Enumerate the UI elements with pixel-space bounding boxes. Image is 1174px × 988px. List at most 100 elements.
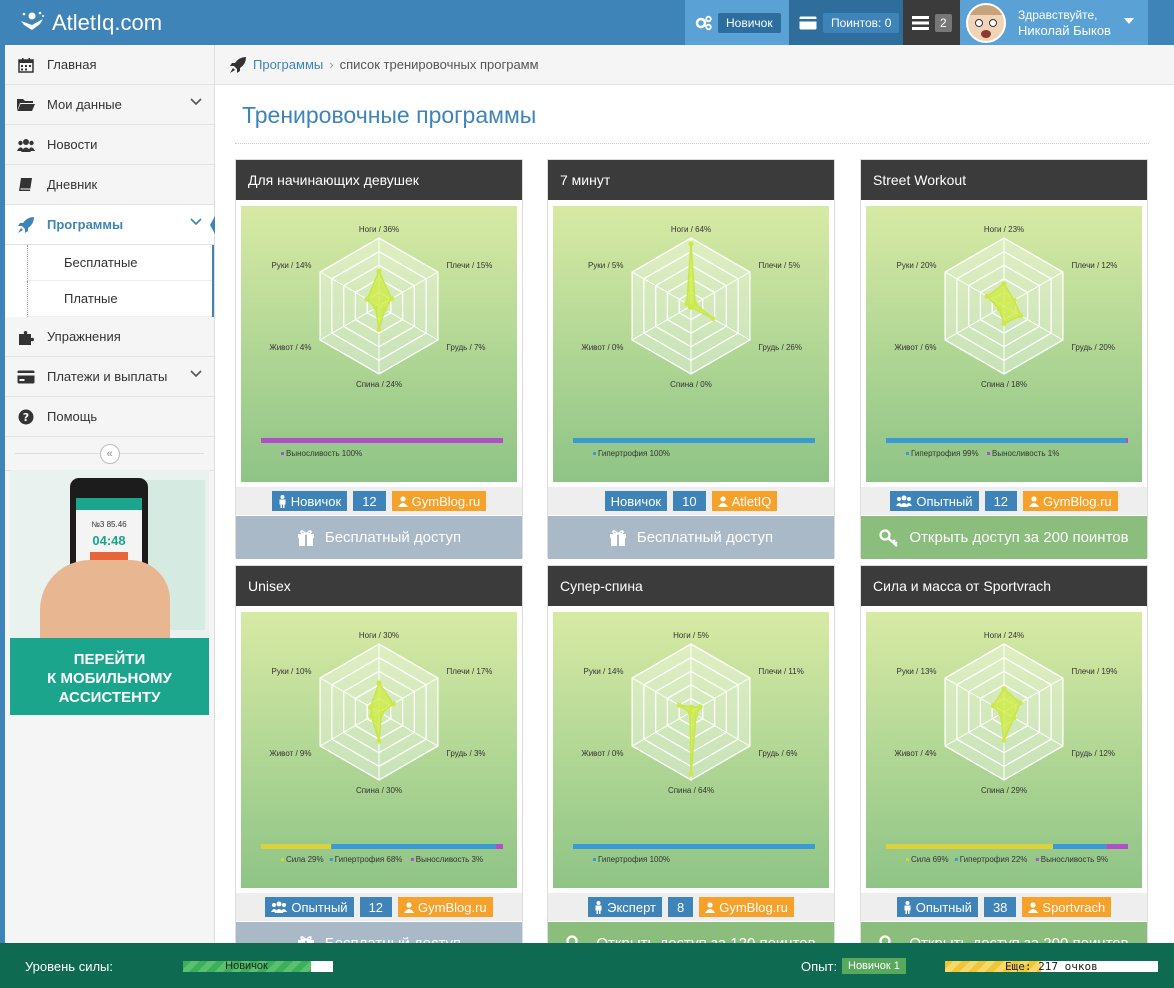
program-tags: Эксперт 8 GymBlog.ru [548,893,834,921]
sidebar-item-diary[interactable]: Дневник [5,165,214,205]
program-card-title[interactable]: Супер-спина [548,566,834,606]
load-bar-segment [573,438,815,443]
free-access-button[interactable]: Бесплатный доступ [236,516,522,559]
key-icon [879,528,899,547]
legend-swatch [593,858,596,861]
program-card[interactable]: Unisex Ноги / 30% Плечи / 17% Грудь / 3% Спи… [235,565,523,943]
breadcrumb-link-programs[interactable]: Программы [253,57,323,72]
radar-data-point [376,738,382,744]
source-tag[interactable]: AtletIQ [711,491,778,511]
sidebar-item-payments[interactable]: Платежи и выплаты [5,357,214,397]
hand-illustration [40,560,170,640]
gift-icon [297,530,314,546]
access-label: Открыть доступ за 120 поинтов [596,935,815,943]
unlock-access-button[interactable]: Открыть доступ за 120 поинтов [548,922,834,943]
sidebar-item-home[interactable]: Главная [5,45,214,85]
exp-label: Опыт: [801,959,838,974]
radar-axis-label: Живот / 6% [894,343,936,352]
double-chevron-left-icon: « [106,447,113,460]
unlock-access-button[interactable]: Открыть доступ за 200 поинтов [861,516,1147,559]
program-card-title[interactable]: Unisex [236,566,522,606]
strength-progress-bar: Новичок [183,960,333,972]
level-button[interactable]: Новичок [685,0,789,45]
legend-swatch [410,858,414,861]
sidebar-item-label: Дневник [47,177,98,192]
radar-data-point [1001,737,1007,743]
program-card[interactable]: Для начинающих девушек Ноги / 36% Плечи / … [235,159,523,559]
program-tags: Опытный 12 GymBlog.ru [861,487,1147,515]
program-card[interactable]: Сила и масса от Sportvrach Ноги / 24% Плеч… [860,565,1148,943]
points-button[interactable]: Поинтов: 0 [789,0,903,45]
level-tag: Опытный [890,491,979,511]
sidebar-item-programs[interactable]: Программы [5,205,220,245]
sidebar-subitem-free[interactable]: Бесплатные [27,245,212,281]
user-icon [717,495,728,507]
radar-data-point [1011,297,1017,303]
radar-svg: Ноги / 23% Плечи / 12% Грудь / 20% Спина / … [886,225,1128,458]
source-tag[interactable]: Sportvrach [1022,897,1112,917]
messages-button[interactable]: 2 [903,0,960,45]
exp-level-badge: Новичок 1 [842,958,906,974]
svg-text:?: ? [23,411,29,424]
title-divider [235,143,1149,144]
mobile-assistant-banner[interactable]: №3 85.46 04:48 ПЕРЕЙТИ К МОБИЛЬНОМУ АССИ… [10,470,209,715]
legend-swatch [987,452,990,455]
radar-axis-label: Ноги / 36% [359,225,399,234]
exp-remaining: Еще: 217 очков [1005,960,1098,973]
source-tag[interactable]: GymBlog.ru [1023,491,1118,511]
sidebar-item-exercises[interactable]: Упражнения [5,317,214,357]
sidebar-item-my-data[interactable]: Мои данные [5,85,214,125]
radar-data-point [376,326,382,332]
program-card-title[interactable]: Сила и масса от Sportvrach [861,566,1147,606]
logo[interactable]: AtletIq.com [18,0,162,45]
exercise-count-tag: 12 [984,491,1018,511]
radar-axis-label: Плечи / 5% [759,261,800,270]
radar-data-point [382,306,388,312]
radar-axis-label: Плечи / 15% [447,261,493,270]
program-radar-chart: Ноги / 30% Плечи / 17% Грудь / 3% Спина / 3… [241,612,517,888]
legend-swatch [329,858,333,861]
program-card[interactable]: Street Workout Ноги / 23% Плечи / 12% Грудь… [860,159,1148,559]
sidebar-item-label: Главная [47,57,97,72]
gift-icon [609,530,626,546]
sidebar-item-help[interactable]: ? Помощь [5,397,214,437]
program-card-title[interactable]: Street Workout [861,160,1147,200]
program-radar-chart: Ноги / 36% Плечи / 15% Грудь / 7% Спина / 2… [241,206,517,482]
radar-data-point [687,710,693,716]
level-tag: Опытный [265,897,354,917]
sidebar-item-news[interactable]: Новости [5,125,214,165]
legend-swatch [1035,858,1039,861]
sidebar-item-label: Мои данные [47,97,122,112]
person-icon [595,900,602,914]
chevron-down-icon [190,98,202,106]
radar-svg: Ноги / 24% Плечи / 19% Грудь / 12% Спина / … [886,631,1128,864]
sidebar-item-label: Новости [47,137,98,152]
sidebar-subitem-paid[interactable]: Платные [27,281,212,317]
program-card-title[interactable]: 7 минут [548,160,834,200]
collapse-sidebar-button[interactable]: « [99,443,120,464]
radar-axis-label: Ноги / 24% [984,631,1024,640]
free-access-button[interactable]: Бесплатный доступ [236,922,522,943]
radar-axis-label: Грудь / 3% [447,749,486,758]
source-tag[interactable]: GymBlog.ru [699,897,794,917]
load-bar-segment [573,844,815,849]
person-icon [904,900,911,914]
program-card[interactable]: 7 минут Ноги / 64% Плечи / 5% Грудь / 26% Сп… [547,159,835,559]
program-card-title[interactable]: Для начинающих девушек [236,160,522,200]
group-icon [896,495,913,507]
gift-icon [297,936,314,943]
unlock-access-button[interactable]: Открыть доступ за 200 поинтов [861,922,1147,943]
program-card[interactable]: Супер-спина Ноги / 5% Плечи / 11% Грудь / 6… [547,565,835,943]
radar-data-point [368,713,374,719]
key-icon [566,934,578,943]
source-tag[interactable]: GymBlog.ru [391,491,487,511]
main-content: Программы › список тренировочных програм… [215,45,1174,943]
user-menu[interactable]: Здравствуйте, Николай Быков [960,0,1148,45]
free-access-button[interactable]: Бесплатный доступ [548,516,834,559]
level-badge: Новичок [718,12,781,33]
radar-axis-label: Плечи / 17% [447,667,493,676]
radar-data-point [368,704,374,710]
radar-data-point [688,704,694,710]
source-tag[interactable]: GymBlog.ru [398,897,493,917]
exp-progress-bar: Еще: 217 очков [945,960,1158,973]
